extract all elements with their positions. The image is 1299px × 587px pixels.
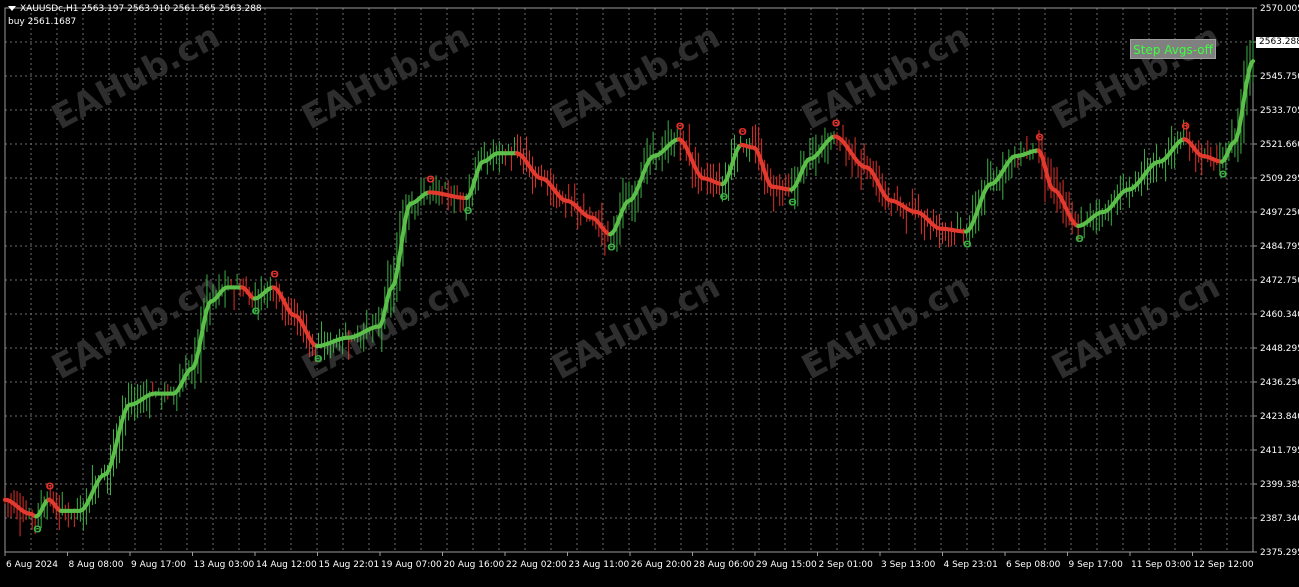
buy-signal-marker: Θ (314, 354, 323, 365)
x-tick-label: 28 Aug 06:00 (694, 560, 755, 570)
x-tick-label: 22 Aug 02:00 (506, 560, 567, 570)
x-tick-label: 15 Aug 22:01 (319, 560, 380, 570)
buy-signal-marker: Θ (963, 240, 972, 251)
x-tick-label: 9 Sep 17:00 (1069, 560, 1124, 570)
watermark-text: EAHub.cn (1045, 266, 1226, 388)
watermark-text: EAHub.cn (45, 16, 226, 138)
sell-signal-marker: Θ (46, 482, 55, 493)
y-tick-label: 2411.795 (1260, 446, 1299, 456)
watermark-text: EAHub.cn (45, 266, 226, 388)
y-tick-label: 2436.250 (1260, 378, 1299, 388)
watermark-text: EAHub.cn (545, 16, 726, 138)
watermark-text: EAHub.cn (295, 266, 476, 388)
y-tick-label: 2423.840 (1260, 412, 1299, 422)
price-chart[interactable]: EAHub.cn EAHub.cn EAHub.cn EAHub.cn EAHub.cn… (0, 0, 1299, 583)
avg-segment (402, 225, 404, 238)
buy-signal-marker: Θ (33, 525, 42, 536)
x-tick-label: 2 Sep 01:00 (819, 560, 874, 570)
x-tick-label: 29 Aug 15:00 (756, 560, 817, 570)
buy-signal-marker: Θ (788, 198, 797, 209)
y-tick-label: 2545.750 (1260, 72, 1299, 82)
y-tick-label: 2460.340 (1260, 310, 1299, 320)
watermark-text: EAHub.cn (1045, 16, 1226, 138)
current-price-label: 2563.288 (1256, 37, 1299, 48)
x-tick-label: 20 Aug 16:00 (444, 560, 505, 570)
x-tick-label: 6 Aug 2024 (6, 560, 58, 570)
x-tick-label: 4 Sep 23:01 (944, 560, 998, 570)
y-tick-label: 2387.340 (1260, 514, 1299, 524)
sell-signal-marker: Θ (738, 127, 747, 138)
symbol-header: XAUUSDc,H1 2563.197 2563.910 2561.565 25… (8, 4, 262, 15)
x-tick-label: 3 Sep 13:00 (881, 560, 936, 570)
y-tick-label: 2375.295 (1260, 548, 1299, 558)
watermark-text: EAHub.cn (545, 266, 726, 388)
price-axis[interactable]: 2570.0052558.1602545.7502533.7052521.660… (1253, 4, 1299, 558)
avg-segment (1251, 61, 1253, 64)
y-tick-label: 2521.660 (1260, 140, 1299, 150)
watermark-text: EAHub.cn (795, 266, 976, 388)
buy-info: buy 2561.1687 (8, 17, 76, 28)
x-tick-label: 12 Sep 12:00 (1194, 560, 1254, 570)
avg-segment (398, 252, 400, 265)
buy-signal-marker: Θ (720, 192, 729, 203)
sell-signal-marker: Θ (1181, 121, 1190, 132)
step-avgs-toggle-button[interactable]: Step Avgs-off (1130, 39, 1216, 59)
sell-signal-marker: Θ (832, 119, 841, 130)
collapse-triangle-icon[interactable] (8, 6, 16, 11)
buy-signal-marker: Θ (464, 206, 473, 217)
y-tick-label: 2497.250 (1260, 208, 1299, 218)
y-tick-label: 2399.385 (1260, 480, 1299, 490)
x-tick-label: 26 Aug 20:00 (631, 560, 692, 570)
buy-signal-marker: Θ (607, 242, 616, 253)
watermark-text: EAHub.cn (795, 16, 976, 138)
sell-signal-marker: Θ (426, 174, 435, 185)
symbol-ohlc-text: XAUUSDc,H1 2563.197 2563.910 2561.565 25… (20, 4, 262, 14)
y-tick-label: 2509.295 (1260, 174, 1299, 184)
x-tick-label: 6 Sep 08:00 (1006, 560, 1061, 570)
y-tick-label: 2484.795 (1260, 242, 1299, 252)
sell-signal-marker: Θ (270, 269, 279, 280)
x-tick-label: 23 Aug 11:00 (569, 560, 630, 570)
y-tick-label: 2472.750 (1260, 276, 1299, 286)
watermark: EAHub.cn EAHub.cn EAHub.cn EAHub.cn EAHub.cn… (45, 16, 1226, 388)
watermark-text: EAHub.cn (295, 16, 476, 138)
y-tick-label: 2533.705 (1260, 106, 1299, 116)
avg-segment (1243, 95, 1245, 108)
x-tick-label: 11 Sep 03:00 (1131, 560, 1191, 570)
x-tick-label: 14 Aug 12:00 (256, 560, 317, 570)
buy-signal-marker: Θ (252, 307, 261, 318)
chart-canvas[interactable]: EAHub.cn EAHub.cn EAHub.cn EAHub.cn EAHub.cn… (0, 0, 1299, 583)
y-tick-label: 2448.295 (1260, 344, 1299, 354)
x-tick-label: 19 Aug 07:00 (381, 560, 442, 570)
sell-signal-marker: Θ (1035, 133, 1044, 144)
x-tick-label: 13 Aug 03:00 (194, 560, 255, 570)
time-axis[interactable]: 6 Aug 2024 8 Aug 08:00 9 Aug 17:00 13 Aug 0… (5, 552, 1254, 570)
avg-segment (400, 239, 402, 253)
x-tick-label: 8 Aug 08:00 (69, 560, 124, 570)
buy-signal-marker: Θ (1219, 170, 1228, 181)
sell-signal-marker: Θ (676, 121, 685, 132)
buy-signal-marker: Θ (1075, 234, 1084, 245)
y-tick-label: 2570.005 (1260, 4, 1299, 14)
x-tick-label: 9 Aug 17:00 (131, 560, 186, 570)
